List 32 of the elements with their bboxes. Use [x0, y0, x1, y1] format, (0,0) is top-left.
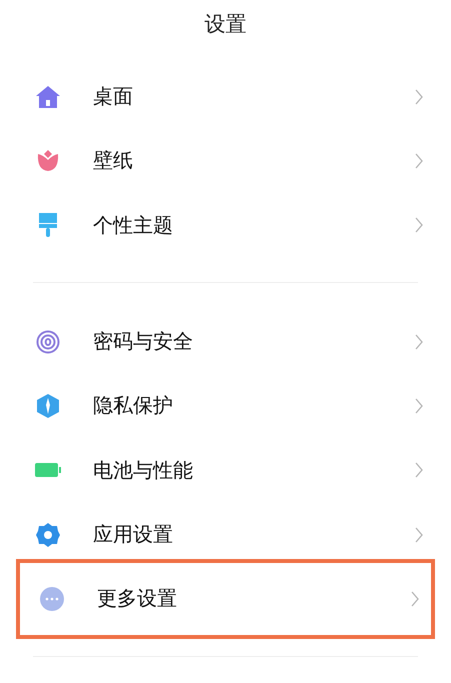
chevron-icon: [415, 398, 423, 414]
battery-icon: [35, 462, 61, 478]
chevron-icon: [415, 462, 423, 478]
chevron-icon: [411, 590, 419, 607]
item-label: 隐私保护: [93, 392, 174, 420]
settings-item[interactable]: 电池与性能: [0, 438, 451, 502]
chevron-icon: [415, 217, 423, 234]
item-label: 应用设置: [93, 521, 174, 548]
tulip-icon: [37, 150, 59, 172]
settings-item[interactable]: 个性主题: [0, 193, 451, 258]
item-label: 壁纸: [93, 147, 134, 174]
chevron-icon: [415, 526, 423, 543]
settings-item[interactable]: 密码与安全: [0, 309, 451, 374]
item-label: 电池与性能: [93, 456, 194, 484]
fingerprint-icon: [36, 330, 60, 354]
settings-item[interactable]: 隐私保护: [0, 374, 451, 438]
gear-icon: [35, 522, 61, 548]
item-label: 桌面: [93, 83, 134, 110]
item-label: 密码与安全: [93, 328, 194, 356]
item-label: 个性主题: [93, 212, 174, 239]
more-icon: [40, 586, 64, 611]
paint-brush-icon: [38, 212, 58, 238]
settings-item[interactable]: 更多设置: [16, 558, 435, 640]
chevron-icon: [415, 88, 423, 105]
house-icon: [35, 84, 61, 109]
item-label: 更多设置: [97, 585, 178, 612]
chevron-icon: [415, 152, 423, 169]
chevron-icon: [415, 334, 423, 350]
settings-item[interactable]: 壁纸: [0, 128, 451, 194]
shield-icon: [36, 392, 60, 419]
page-title: 设置: [204, 11, 246, 38]
settings-item[interactable]: 桌面: [0, 64, 451, 129]
